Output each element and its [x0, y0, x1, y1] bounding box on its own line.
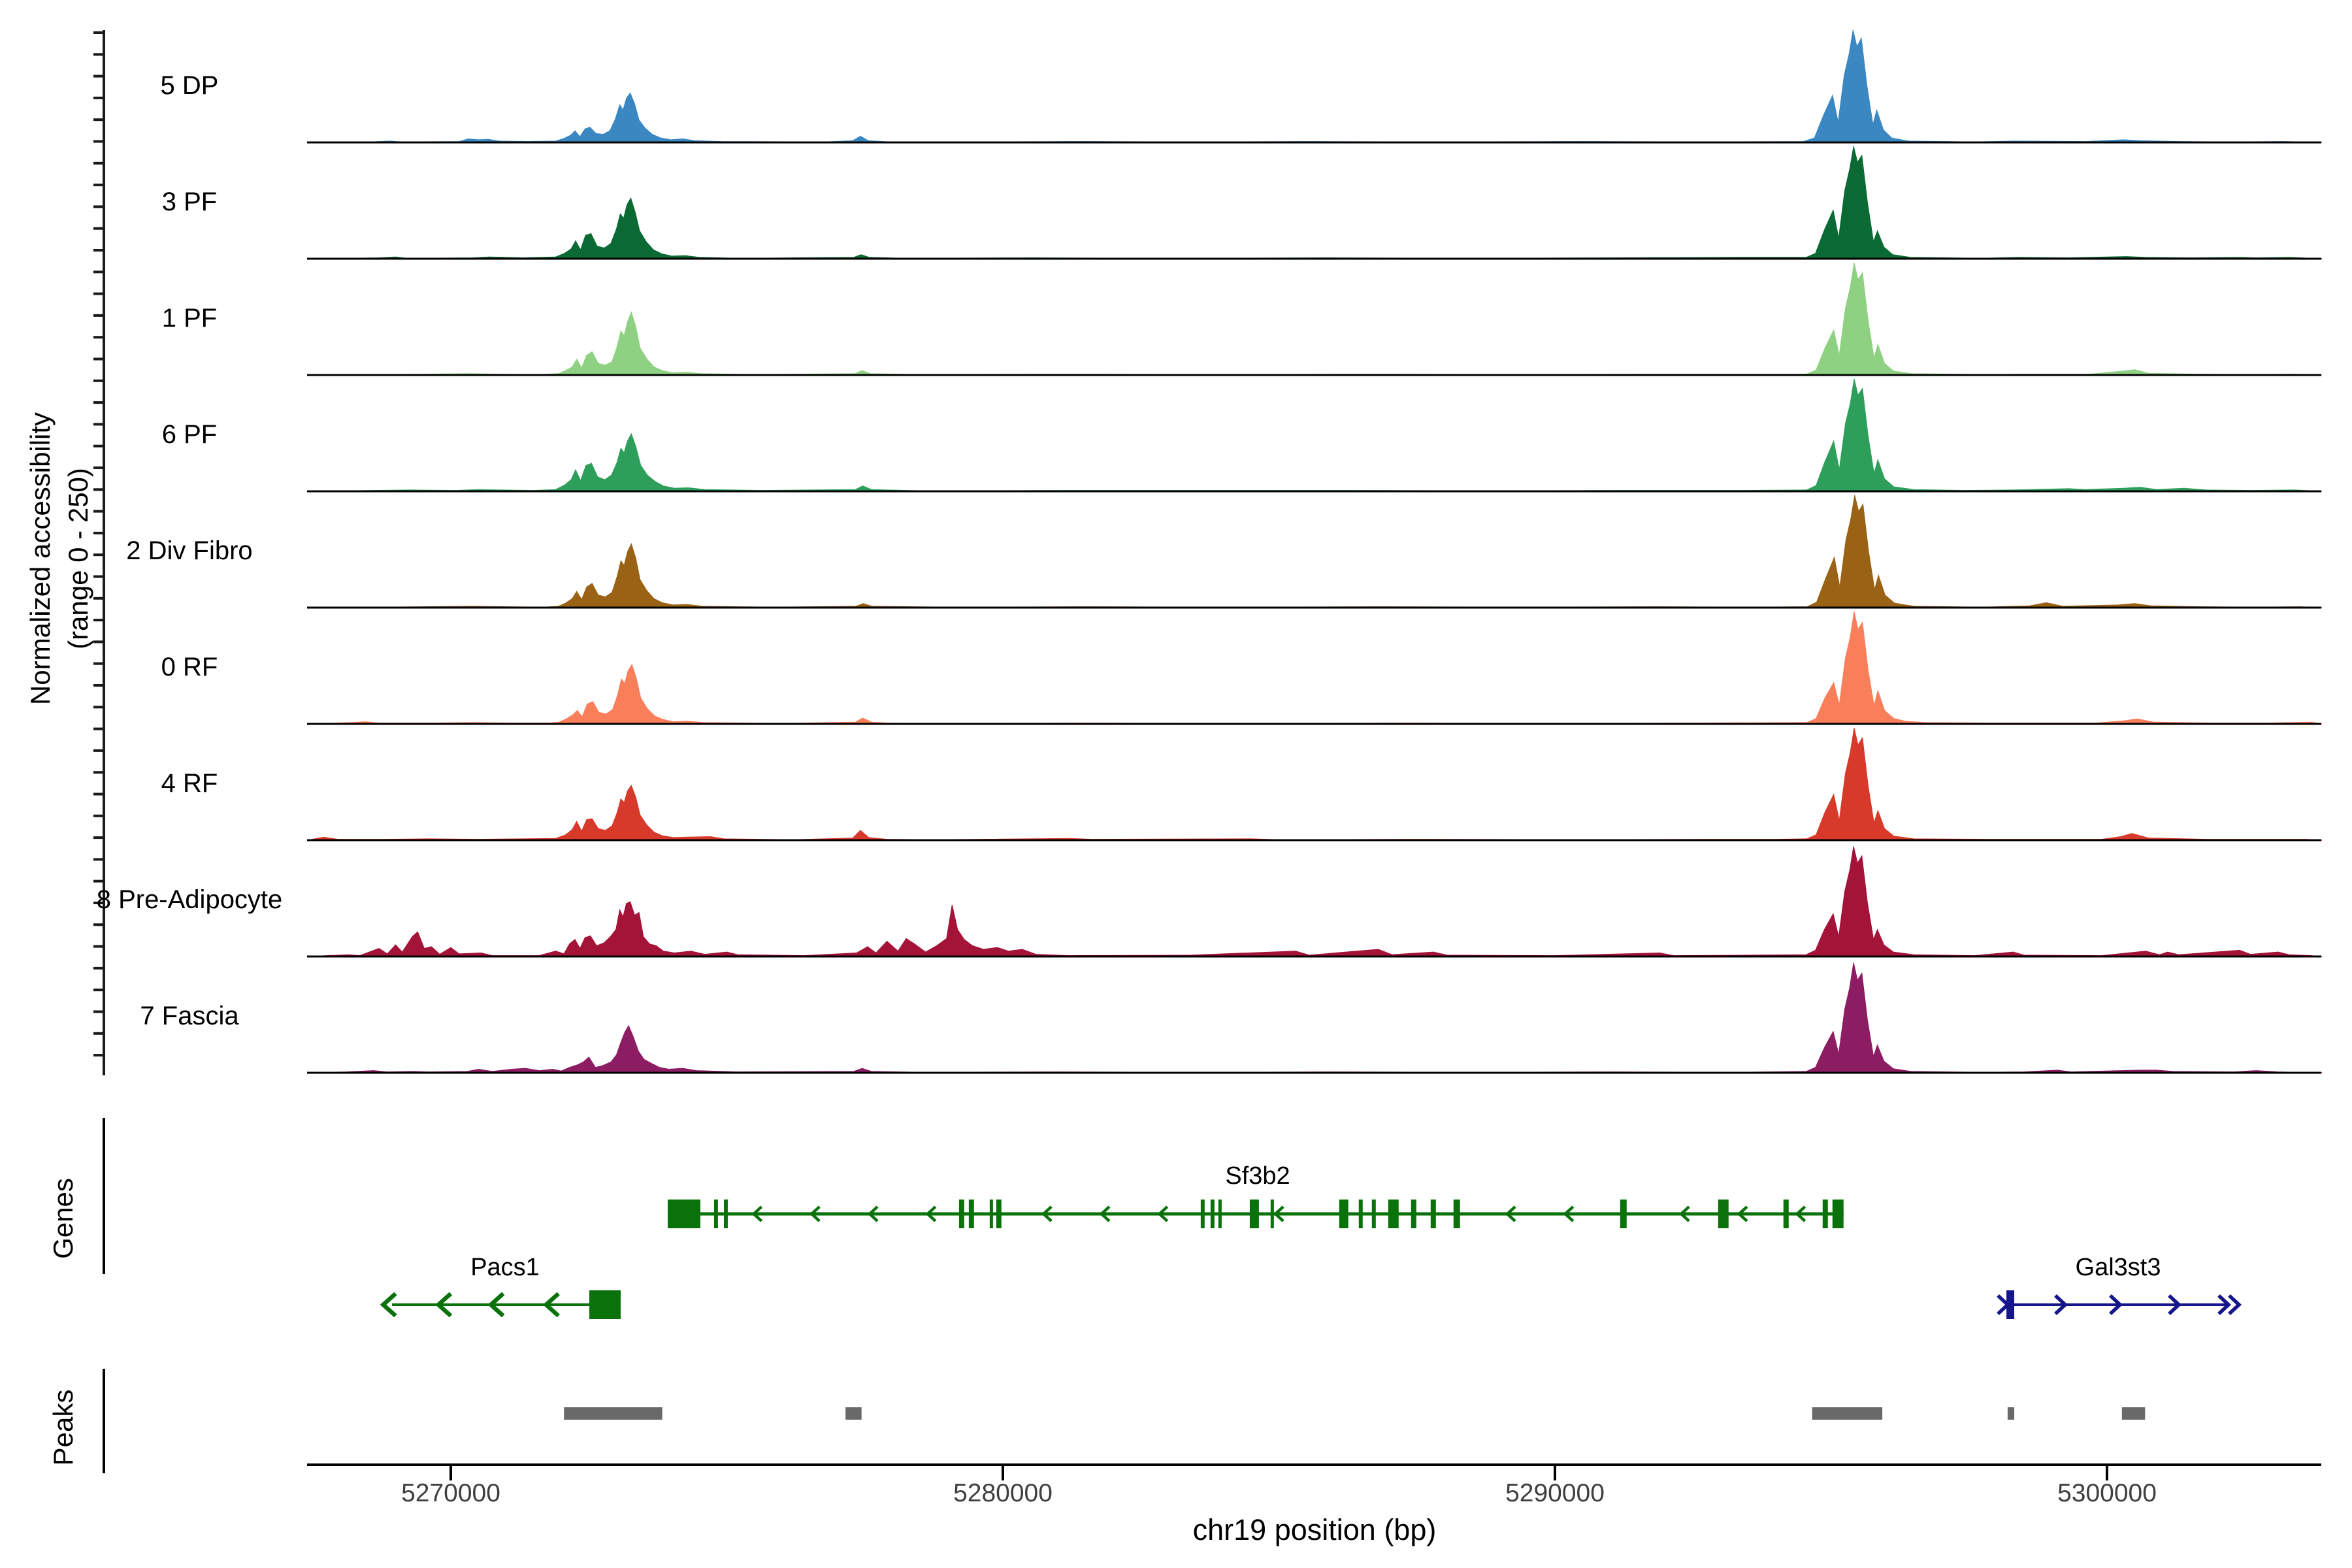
signal-area-track-3	[307, 379, 2322, 491]
peak-bar-2	[1812, 1407, 1882, 1420]
signal-area-track-8	[307, 962, 2322, 1073]
peak-bar-1	[845, 1407, 862, 1420]
strand-arrow-icon	[1998, 1296, 2008, 1314]
gene-exon-sf3b2	[1359, 1200, 1363, 1228]
gene-exon-sf3b2	[1411, 1200, 1416, 1228]
gene-exon-sf3b2	[1784, 1200, 1789, 1228]
signal-area-track-0	[307, 30, 2322, 142]
gene-label-gal3st3: Gal3st3	[2007, 1253, 2229, 1282]
peak-bar-4	[2122, 1407, 2145, 1420]
track-label-8: 7 Fascia	[65, 1000, 314, 1032]
gene-exon-sf3b2	[959, 1200, 964, 1228]
gene-exon-sf3b2	[1201, 1200, 1205, 1228]
gene-exon-sf3b2	[1620, 1200, 1627, 1228]
gene-label-sf3b2: Sf3b2	[1147, 1162, 1369, 1190]
gene-exon-sf3b2	[996, 1200, 1002, 1228]
gene-exon-sf3b2	[714, 1200, 718, 1228]
gene-exon-sf3b2	[1388, 1200, 1399, 1228]
x-axis-title: chr19 position (bp)	[1053, 1513, 1576, 1547]
gene-exon-sf3b2	[990, 1200, 993, 1228]
x-tick-label-1: 5280000	[898, 1478, 1107, 1509]
gene-exon-sf3b2	[1271, 1200, 1274, 1228]
gene-label-pacs1: Pacs1	[394, 1253, 616, 1282]
x-tick-label-3: 5300000	[2002, 1478, 2212, 1509]
track-label-0: 5 DP	[65, 69, 314, 102]
gene-exon-sf3b2	[1718, 1200, 1729, 1228]
x-tick-label-2: 5290000	[1450, 1478, 1659, 1509]
track-label-1: 3 PF	[65, 186, 314, 218]
gene-exon-sf3b2	[1218, 1200, 1222, 1228]
track-label-3: 6 PF	[65, 418, 314, 451]
track-label-7: 8 Pre-Adipocyte	[65, 883, 314, 916]
gene-exon-pacs1	[589, 1290, 621, 1319]
coverage-plot-figure: Normalized accessibility (range 0 - 250)…	[0, 0, 2352, 1568]
peak-bar-0	[564, 1407, 662, 1420]
gene-exon-sf3b2	[1833, 1200, 1844, 1228]
signal-area-track-4	[307, 495, 2322, 608]
gene-exon-sf3b2	[969, 1200, 974, 1228]
gene-exon-sf3b2	[668, 1200, 700, 1228]
gene-exon-sf3b2	[1823, 1200, 1828, 1228]
gene-exon-gal3st3	[2006, 1290, 2014, 1319]
x-tick-label-0: 5270000	[346, 1478, 555, 1509]
signal-area-track-2	[307, 263, 2322, 375]
plot-canvas	[0, 0, 2352, 1568]
track-label-4: 2 Div Fibro	[65, 534, 314, 567]
gene-exon-sf3b2	[1211, 1200, 1215, 1228]
track-label-6: 4 RF	[65, 767, 314, 800]
gene-exon-sf3b2	[1339, 1200, 1348, 1228]
signal-area-track-7	[307, 846, 2322, 956]
gene-exon-sf3b2	[724, 1200, 728, 1228]
track-label-5: 0 RF	[65, 651, 314, 683]
signal-area-track-6	[307, 728, 2322, 840]
peak-bar-3	[2008, 1407, 2014, 1420]
signal-area-track-5	[307, 612, 2322, 724]
gene-exon-sf3b2	[1454, 1200, 1460, 1228]
signal-area-track-1	[307, 146, 2322, 259]
gene-exon-sf3b2	[1250, 1200, 1259, 1228]
peaks-section-label: Peaks	[48, 1303, 78, 1552]
y-axis-label-line1: Normalized accessibility	[22, 167, 59, 951]
gene-exon-sf3b2	[1372, 1200, 1376, 1228]
gene-exon-sf3b2	[1431, 1200, 1436, 1228]
track-label-2: 1 PF	[65, 302, 314, 335]
